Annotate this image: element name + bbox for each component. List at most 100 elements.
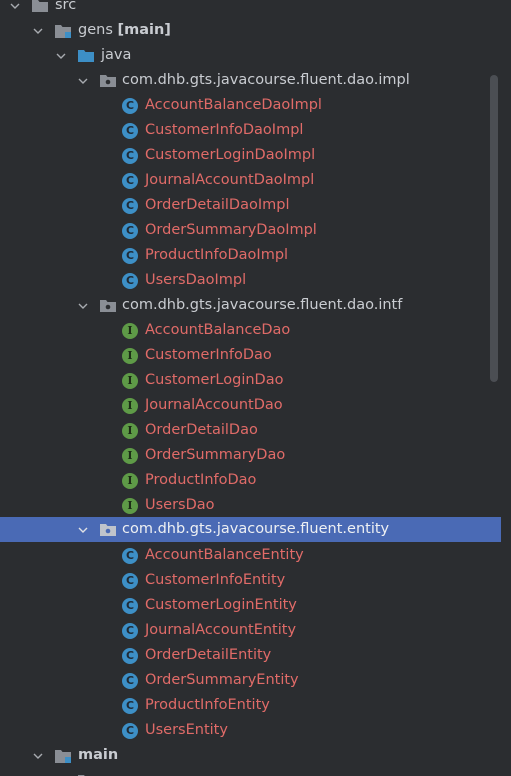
class-icon: C [121, 193, 139, 218]
class-icon-letter: C [122, 222, 138, 239]
tree-row-file[interactable]: I AccountBalanceDao [0, 318, 501, 343]
class-icon: C [121, 143, 139, 168]
file-label: AccountBalanceDaoImpl [145, 97, 322, 113]
file-label: ProductInfoDaoImpl [145, 247, 289, 263]
tree-row-src[interactable]: src [0, 0, 501, 18]
interface-icon: I [121, 493, 139, 518]
class-icon-letter: C [122, 172, 138, 189]
tree-row-file[interactable]: C CustomerInfoDaoImpl [0, 118, 501, 143]
tree-row-file[interactable]: C OrderDetailEntity [0, 643, 501, 668]
class-icon-letter: C [122, 547, 138, 564]
class-icon-letter: C [122, 722, 138, 739]
package-label: com.dhb.gts.javacourse.fluent.dao.intf [122, 297, 403, 313]
class-icon: C [121, 568, 139, 593]
class-icon: C [121, 643, 139, 668]
class-icon: C [121, 243, 139, 268]
interface-icon-letter: I [122, 322, 138, 339]
class-icon-letter: C [122, 122, 138, 139]
tree-row-file[interactable]: C AccountBalanceDaoImpl [0, 93, 501, 118]
file-label: ProductInfoEntity [145, 697, 270, 713]
tree-row-package-selected[interactable]: com.dhb.gts.javacourse.fluent.entity [0, 517, 501, 542]
file-label: JournalAccountDao [145, 397, 283, 413]
file-label: UsersDao [145, 497, 215, 513]
tree-row-file[interactable]: I CustomerLoginDao [0, 368, 501, 393]
class-icon: C [121, 668, 139, 693]
tree-row-package[interactable]: com.dhb.gts.javacourse.fluent.dao.intf [0, 293, 501, 318]
folder-label-src: src [55, 0, 77, 13]
source-folder-icon [77, 43, 95, 68]
class-icon-letter: C [122, 272, 138, 289]
tree-row-file[interactable]: I JournalAccountDao [0, 393, 501, 418]
chevron-down-icon[interactable] [75, 517, 91, 542]
class-icon-letter: C [122, 247, 138, 264]
tree-row-main[interactable]: main [0, 743, 501, 768]
folder-label-java: java [101, 47, 132, 63]
interface-icon-letter: I [122, 422, 138, 439]
file-label: OrderSummaryEntity [145, 672, 299, 688]
tree-row-file[interactable]: I UsersDao [0, 493, 501, 518]
package-icon [99, 293, 117, 318]
module-folder-icon [54, 743, 72, 768]
tree-row-java[interactable]: java [0, 43, 501, 68]
file-label: CustomerInfoDao [145, 347, 272, 363]
chevron-down-icon[interactable] [30, 743, 46, 768]
tree-row-gens[interactable]: gens [main] [0, 18, 501, 43]
interface-icon-letter: I [122, 472, 138, 489]
chevron-down-icon[interactable] [75, 68, 91, 93]
file-label: CustomerLoginDao [145, 372, 284, 388]
interface-icon: I [121, 393, 139, 418]
tree-row-file[interactable]: C OrderSummaryEntity [0, 668, 501, 693]
project-tree[interactable]: src gens [main] java com.dhb.gts.javacou… [0, 0, 511, 776]
tree-row-file[interactable]: C UsersEntity [0, 718, 501, 743]
tree-row-file[interactable]: C ProductInfoEntity [0, 693, 501, 718]
interface-icon: I [121, 418, 139, 443]
tree-row-package[interactable]: com.dhb.gts.javacourse.fluent.dao.impl [0, 68, 501, 93]
file-label: JournalAccountEntity [145, 622, 297, 638]
interface-icon-letter: I [122, 372, 138, 389]
chevron-down-icon[interactable] [75, 293, 91, 318]
module-label: gens [main] [78, 18, 171, 43]
chevron-down-icon[interactable] [53, 43, 69, 68]
folder-icon [31, 0, 49, 18]
tree-row-file[interactable]: C CustomerLoginEntity [0, 593, 501, 618]
package-icon [99, 68, 117, 93]
tree-row-file[interactable]: C OrderDetailDaoImpl [0, 193, 501, 218]
file-label: ProductInfoDao [145, 472, 257, 488]
class-icon: C [121, 543, 139, 568]
file-label: CustomerLoginEntity [145, 597, 297, 613]
vertical-scrollbar[interactable] [490, 75, 498, 382]
tree-row-file[interactable]: C ProductInfoDaoImpl [0, 243, 501, 268]
tree-row-file[interactable]: I OrderDetailDao [0, 418, 501, 443]
chevron-down-icon[interactable] [7, 0, 23, 18]
class-icon-letter: C [122, 197, 138, 214]
tree-row-file[interactable]: C JournalAccountEntity [0, 618, 501, 643]
chevron-down-icon[interactable] [30, 18, 46, 43]
tree-row-file[interactable]: C AccountBalanceEntity [0, 543, 501, 568]
interface-icon-letter: I [122, 347, 138, 364]
class-icon-letter: C [122, 572, 138, 589]
interface-icon-letter: I [122, 447, 138, 464]
package-label: com.dhb.gts.javacourse.fluent.entity [122, 521, 390, 537]
tree-row-file[interactable]: I CustomerInfoDao [0, 343, 501, 368]
tree-row-file[interactable]: C CustomerInfoEntity [0, 568, 501, 593]
file-label: UsersDaoImpl [145, 272, 247, 288]
tree-row-partial[interactable] [0, 768, 501, 776]
tree-row-file[interactable]: C UsersDaoImpl [0, 268, 501, 293]
interface-icon: I [121, 443, 139, 468]
tree-row-file[interactable]: C OrderSummaryDaoImpl [0, 218, 501, 243]
module-branch: [main] [117, 22, 171, 38]
file-label: CustomerInfoEntity [145, 572, 286, 588]
class-icon-letter: C [122, 697, 138, 714]
tree-row-file[interactable]: C CustomerLoginDaoImpl [0, 143, 501, 168]
class-icon: C [121, 218, 139, 243]
interface-icon: I [121, 318, 139, 343]
tree-row-file[interactable]: I ProductInfoDao [0, 468, 501, 493]
class-icon-letter: C [122, 597, 138, 614]
file-label: CustomerLoginDaoImpl [145, 147, 316, 163]
tree-row-file[interactable]: C JournalAccountDaoImpl [0, 168, 501, 193]
file-label: OrderDetailDao [145, 422, 258, 438]
class-icon: C [121, 118, 139, 143]
tree-row-file[interactable]: I OrderSummaryDao [0, 443, 501, 468]
module-label-main: main [78, 747, 119, 763]
file-label: OrderDetailEntity [145, 647, 272, 663]
